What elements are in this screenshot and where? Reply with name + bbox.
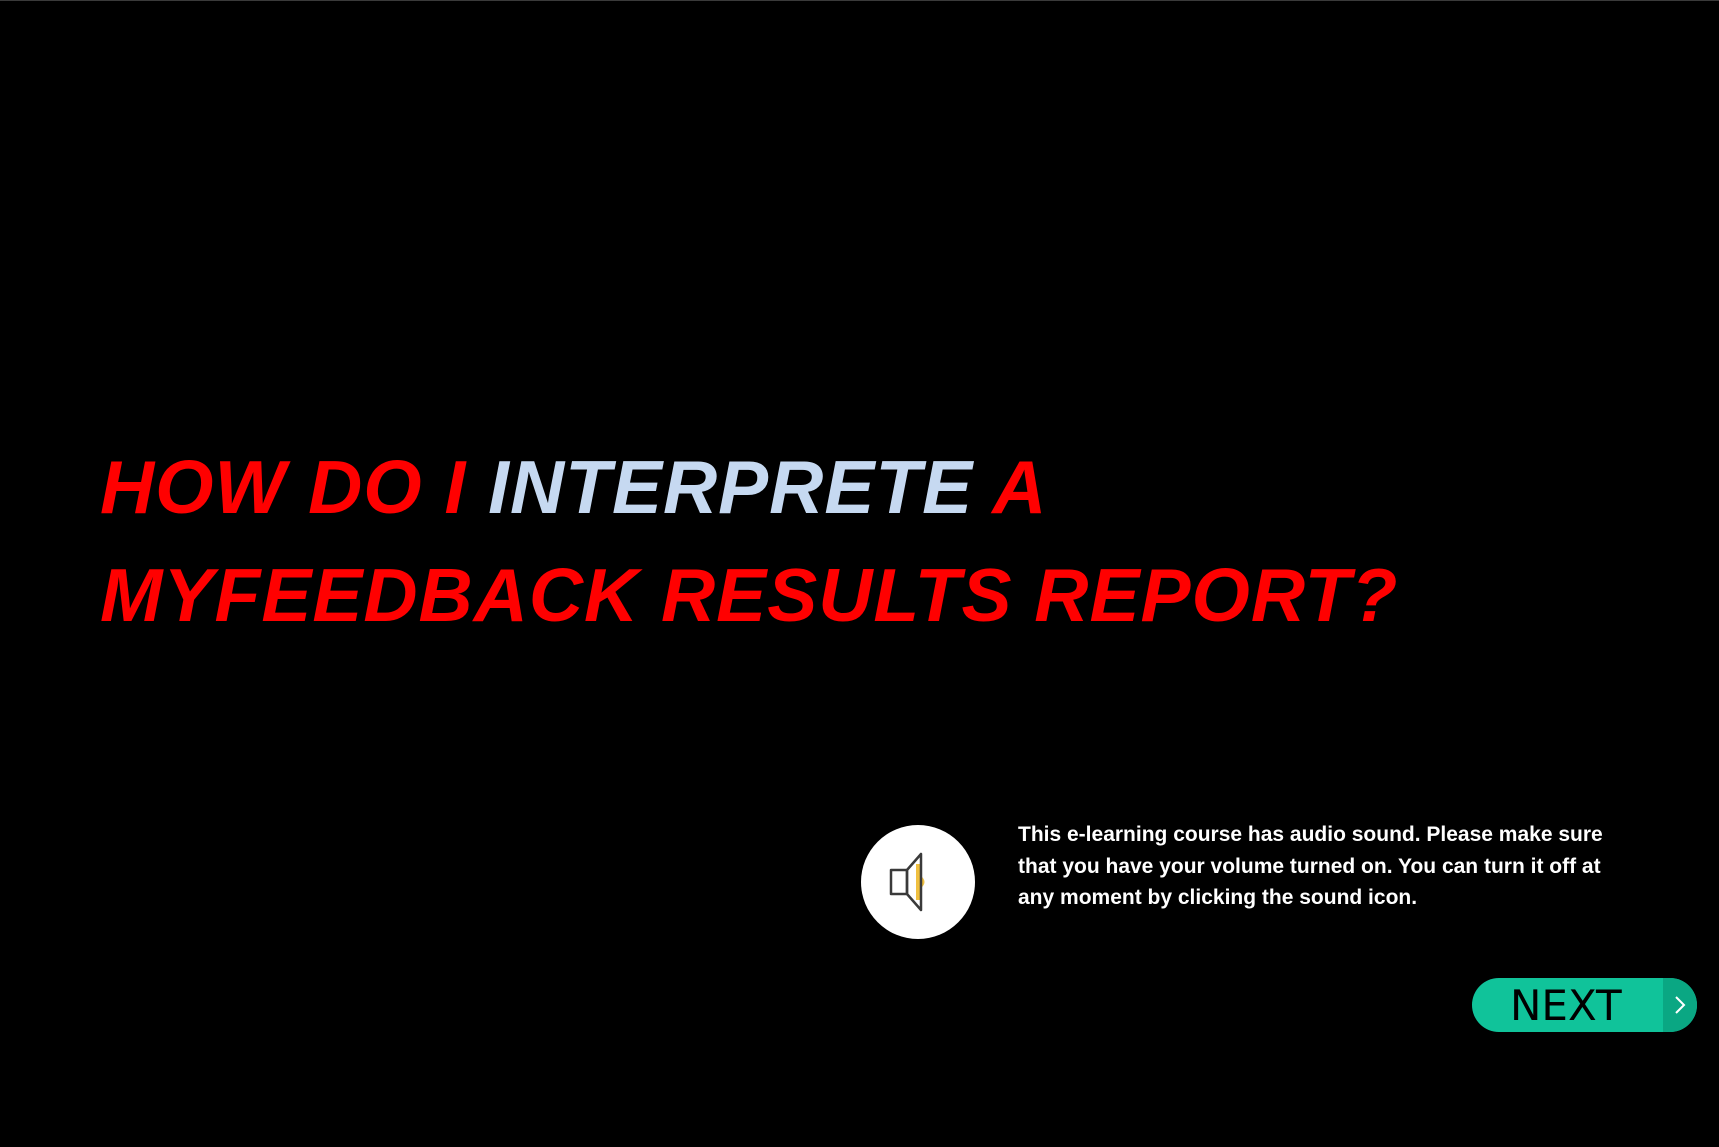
sound-toggle-button[interactable] bbox=[861, 825, 975, 939]
audio-notice-text: This e-learning course has audio sound. … bbox=[1018, 823, 1603, 909]
page-title: HOW DO I INTERPRETE A MYFEEDBACK RESULTS… bbox=[100, 433, 1398, 649]
next-arrow-area bbox=[1663, 978, 1697, 1032]
title-line-1: HOW DO I INTERPRETE A bbox=[100, 433, 1398, 541]
title-line-1-end: A bbox=[973, 445, 1048, 529]
title-line-2: MYFEEDBACK RESULTS REPORT? bbox=[100, 553, 1399, 637]
next-button-label: NEXT bbox=[1510, 981, 1622, 1030]
speaker-icon bbox=[889, 852, 925, 912]
chevron-right-icon bbox=[1675, 996, 1686, 1014]
slide: HOW DO I INTERPRETE A MYFEEDBACK RESULTS… bbox=[0, 0, 1719, 1147]
next-button[interactable]: NEXT bbox=[1472, 978, 1697, 1032]
title-line-1-start: HOW DO I bbox=[100, 445, 489, 529]
title-highlight-word: INTERPRETE bbox=[488, 445, 974, 529]
